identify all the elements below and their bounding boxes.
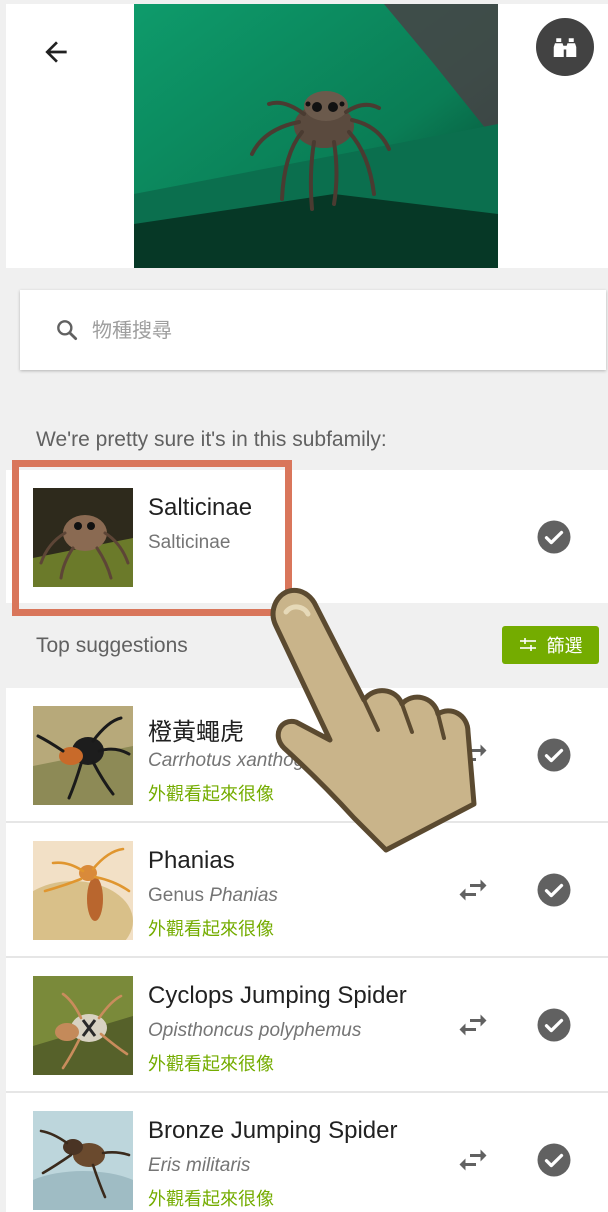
- suggestion-hint: 外觀看起來很像: [148, 1054, 274, 1075]
- suggestion-subtitle: Carrhotus xanthogramma: [148, 750, 364, 771]
- subfamily-heading: We're pretty sure it's in this subfamily…: [36, 428, 387, 451]
- search-icon: [54, 317, 80, 343]
- suggestion-title: Phanias: [148, 847, 235, 874]
- suggestion-row[interactable]: 橙黃蠅虎 Carrhotus xanthogramma 外觀看起來很像: [6, 688, 608, 821]
- suggestion-thumbnail: [33, 976, 133, 1075]
- suggestion-row[interactable]: Bronze Jumping Spider Eris militaris 外觀看…: [6, 1093, 608, 1212]
- observation-photo: [134, 4, 498, 268]
- select-suggestion-button[interactable]: [536, 1007, 572, 1043]
- suggestion-subtitle: Opisthoncus polyphemus: [148, 1020, 362, 1041]
- filter-button[interactable]: 篩選: [502, 626, 599, 664]
- suggestion-thumbnail: [33, 841, 133, 940]
- suggestion-title: Bronze Jumping Spider: [148, 1117, 398, 1144]
- binoculars-button[interactable]: [536, 18, 594, 76]
- select-subfamily-button[interactable]: [536, 519, 572, 555]
- suggestion-hint: 外觀看起來很像: [148, 1189, 274, 1210]
- select-suggestion-button[interactable]: [536, 872, 572, 908]
- swap-arrows-icon: [459, 744, 487, 766]
- suggestion-hint: 外觀看起來很像: [148, 784, 274, 805]
- suggestion-title: 橙黃蠅虎: [148, 719, 244, 746]
- swap-arrows-icon: [459, 1149, 487, 1171]
- suggestion-subtitle: Eris militaris: [148, 1155, 251, 1176]
- species-search-card: [20, 290, 606, 370]
- compare-button[interactable]: [452, 1004, 494, 1046]
- top-suggestions-heading: Top suggestions: [36, 634, 188, 657]
- back-button[interactable]: [34, 30, 78, 74]
- subfamily-subtitle: Salticinae: [148, 532, 231, 553]
- suggestion-subtitle: Genus Phanias: [148, 885, 278, 906]
- sliders-icon: [519, 638, 536, 651]
- suggestion-hint: 外觀看起來很像: [148, 919, 274, 940]
- check-circle-icon: [537, 1008, 571, 1042]
- species-id-screen: We're pretty sure it's in this subfamily…: [6, 4, 608, 1212]
- arrow-left-icon: [45, 41, 67, 63]
- suggestion-thumbnail: [33, 706, 133, 805]
- select-suggestion-button[interactable]: [536, 737, 572, 773]
- filter-label: 篩選: [546, 636, 583, 657]
- header: [6, 4, 608, 268]
- check-circle-icon: [537, 873, 571, 907]
- check-circle-icon: [537, 520, 571, 554]
- check-circle-icon: [537, 1143, 571, 1177]
- suggestion-title: Cyclops Jumping Spider: [148, 982, 407, 1009]
- suggestion-thumbnail: [33, 1111, 133, 1210]
- species-search-input[interactable]: [92, 318, 512, 342]
- check-circle-icon: [537, 738, 571, 772]
- subfamily-title: Salticinae: [148, 494, 253, 521]
- binoculars-icon: [553, 38, 577, 57]
- swap-arrows-icon: [459, 1014, 487, 1036]
- subfamily-result-row[interactable]: Salticinae Salticinae: [6, 470, 608, 603]
- suggestion-row[interactable]: Cyclops Jumping Spider Opisthoncus polyp…: [6, 958, 608, 1091]
- swap-arrows-icon: [459, 879, 487, 901]
- subfamily-thumbnail: [33, 488, 133, 587]
- compare-button[interactable]: [452, 869, 494, 911]
- select-suggestion-button[interactable]: [536, 1142, 572, 1178]
- suggestion-row[interactable]: Phanias Genus Phanias 外觀看起來很像: [6, 823, 608, 956]
- compare-button[interactable]: [452, 734, 494, 776]
- compare-button[interactable]: [452, 1139, 494, 1181]
